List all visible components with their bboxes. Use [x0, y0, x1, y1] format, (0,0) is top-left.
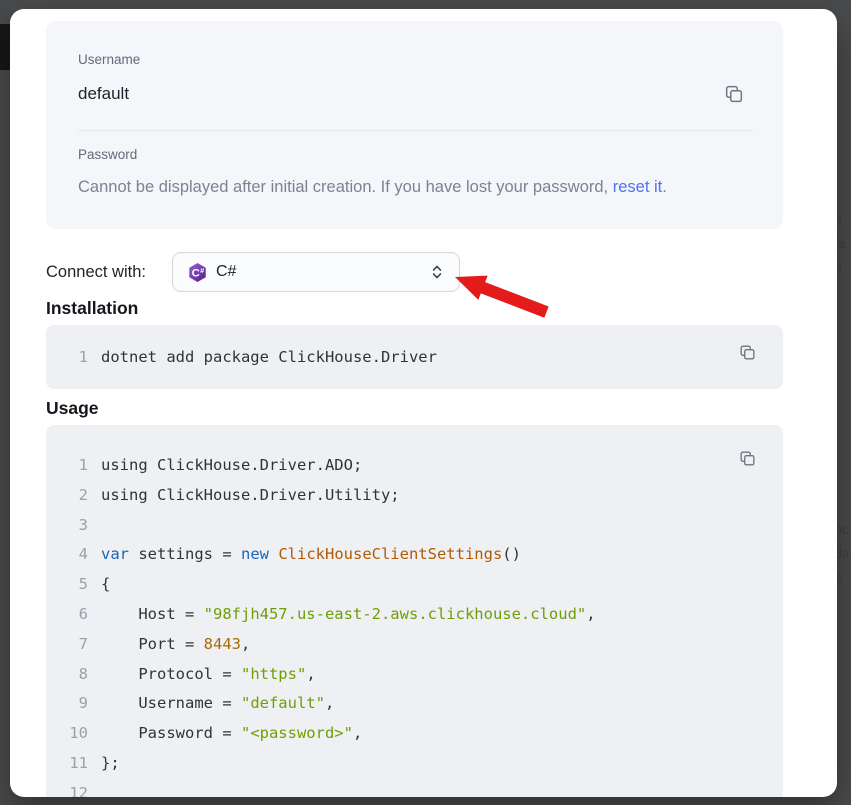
code-text: Username = "default",: [88, 689, 334, 719]
code-text: Password = "<password>",: [88, 719, 362, 749]
line-number: 2: [46, 481, 88, 511]
copy-icon: [723, 93, 745, 108]
code-line: 1using ClickHouse.Driver.ADO;: [46, 451, 783, 481]
code-line: 11};: [46, 749, 783, 779]
installation-code-lines: 1dotnet add package ClickHouse.Driver: [46, 345, 783, 369]
usage-code-block: 1using ClickHouse.Driver.ADO;2using Clic…: [46, 425, 783, 797]
password-label: Password: [78, 147, 137, 162]
copy-icon: [738, 456, 757, 471]
password-info-text: Cannot be displayed after initial creati…: [78, 178, 753, 197]
code-line: 8 Protocol = "https",: [46, 660, 783, 690]
code-text: dotnet add package ClickHouse.Driver: [88, 345, 437, 369]
code-line: 7 Port = 8443,: [46, 630, 783, 660]
line-number: 1: [46, 345, 88, 369]
copy-installation-code-button[interactable]: [738, 343, 757, 362]
line-number: 8: [46, 660, 88, 690]
code-text: Host = "98fjh457.us-east-2.aws.clickhous…: [88, 600, 596, 630]
copy-username-button[interactable]: [723, 83, 745, 105]
code-line: 4var settings = new ClickHouseClientSett…: [46, 540, 783, 570]
copy-usage-code-button[interactable]: [738, 449, 757, 468]
code-text: Port = 8443,: [88, 630, 250, 660]
line-number: 11: [46, 749, 88, 779]
code-text: Protocol = "https",: [88, 660, 316, 690]
installation-code-block: 1dotnet add package ClickHouse.Driver: [46, 325, 783, 389]
code-line: 5{: [46, 570, 783, 600]
background-text-fragment: oc da e: [835, 518, 849, 590]
code-line: 1dotnet add package ClickHouse.Driver: [46, 345, 783, 369]
chevron-up-down-icon: [429, 263, 445, 281]
divider: [78, 130, 753, 131]
reset-password-link[interactable]: reset it: [613, 178, 663, 196]
usage-code-lines: 1using ClickHouse.Driver.ADO;2using Clic…: [46, 451, 783, 797]
connection-details-modal: Username default Password Cannot be disp…: [10, 9, 837, 797]
code-line: 6 Host = "98fjh457.us-east-2.aws.clickho…: [46, 600, 783, 630]
csharp-logo-icon: C #: [187, 262, 208, 283]
credentials-card: Username default Password Cannot be disp…: [46, 21, 783, 229]
line-number: 4: [46, 540, 88, 570]
code-text: {: [88, 570, 110, 600]
line-number: 10: [46, 719, 88, 749]
svg-text:C: C: [192, 267, 200, 279]
code-text: [88, 779, 101, 797]
svg-text:#: #: [200, 267, 204, 274]
usage-heading: Usage: [46, 398, 99, 419]
code-line: 9 Username = "default",: [46, 689, 783, 719]
connect-with-label: Connect with:: [46, 252, 146, 292]
username-label: Username: [78, 52, 140, 67]
copy-icon: [738, 350, 757, 365]
line-number: 9: [46, 689, 88, 719]
code-line: 2using ClickHouse.Driver.Utility;: [46, 481, 783, 511]
background-text-fragment: s fa ti: [835, 208, 849, 280]
username-value: default: [78, 84, 129, 104]
code-text: [88, 511, 101, 541]
selected-language: C#: [216, 263, 429, 281]
code-text: };: [88, 749, 120, 779]
line-number: 1: [46, 451, 88, 481]
code-line: 3: [46, 511, 783, 541]
line-number: 6: [46, 600, 88, 630]
line-number: 5: [46, 570, 88, 600]
line-number: 7: [46, 630, 88, 660]
code-text: using ClickHouse.Driver.ADO;: [88, 451, 362, 481]
language-select-dropdown[interactable]: C # C#: [172, 252, 460, 292]
installation-heading: Installation: [46, 298, 138, 319]
code-line: 10 Password = "<password>",: [46, 719, 783, 749]
code-text: using ClickHouse.Driver.Utility;: [88, 481, 400, 511]
code-line: 12: [46, 779, 783, 797]
line-number: 12: [46, 779, 88, 797]
line-number: 3: [46, 511, 88, 541]
code-text: var settings = new ClickHouseClientSetti…: [88, 540, 521, 570]
